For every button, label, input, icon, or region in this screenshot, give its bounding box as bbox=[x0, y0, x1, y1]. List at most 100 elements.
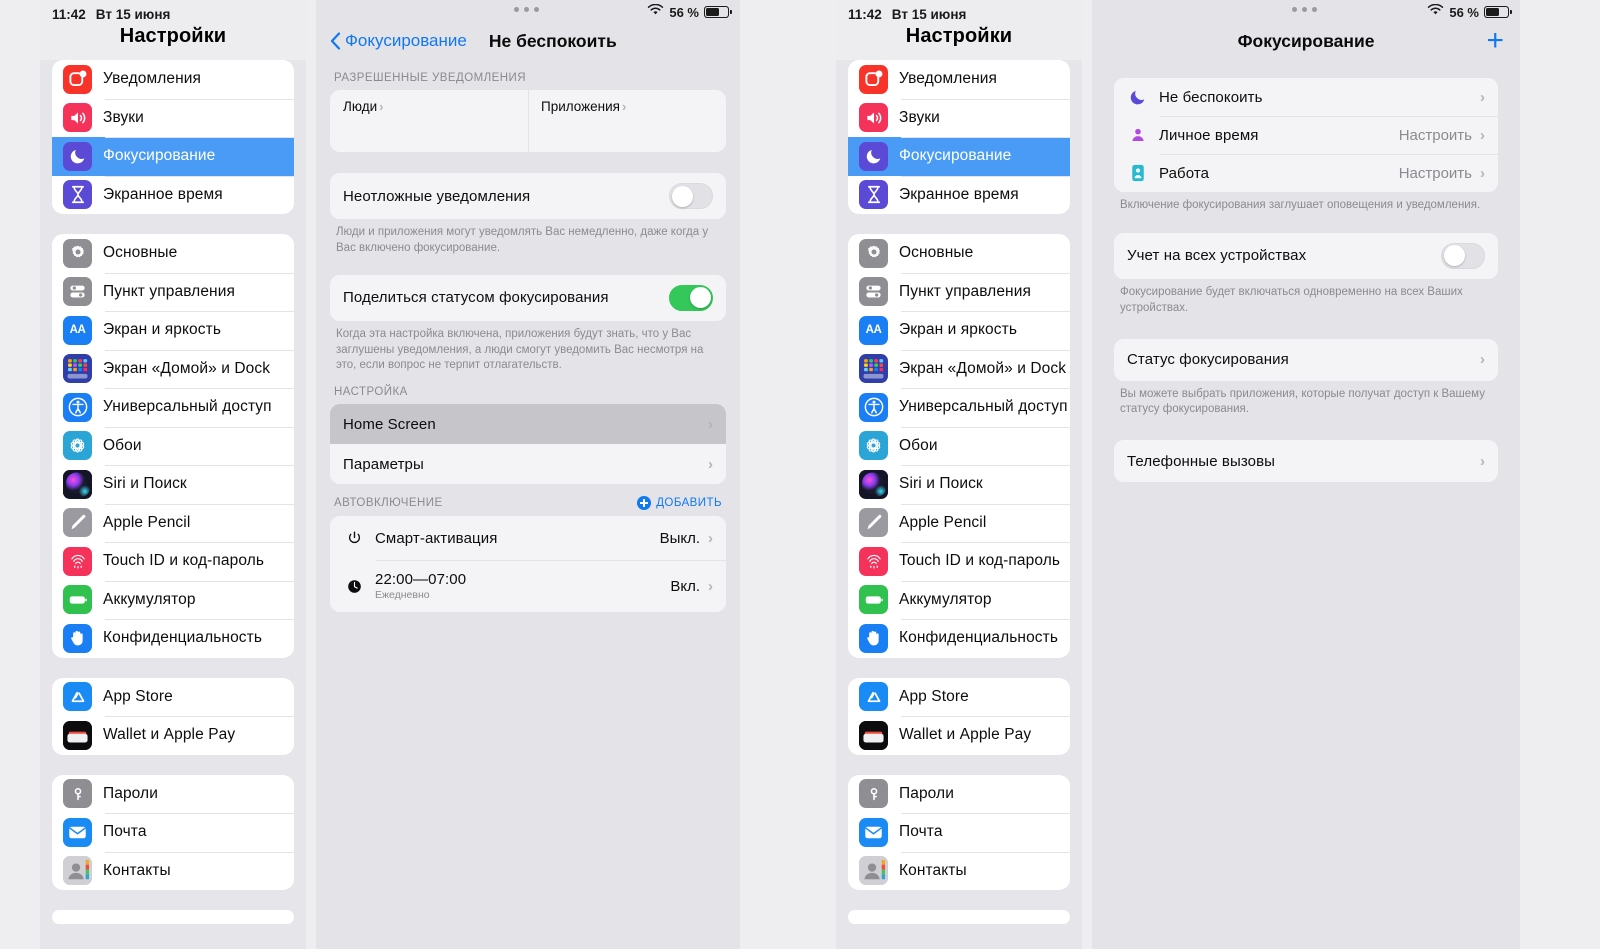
sidebar-header-2: 11:42 Вт 15 июня Настройки bbox=[836, 0, 1082, 60]
focus-mode-row-3[interactable]: Работа Настроить › bbox=[1114, 154, 1498, 192]
sidebar-item-8-g2[interactable]: Apple Pencil bbox=[52, 503, 294, 543]
sidebar-item-3-g1[interactable]: Фокусирование bbox=[848, 137, 1070, 176]
sidebar-item-2-g4[interactable]: Почта bbox=[848, 813, 1070, 852]
sidebar-item-9-g2[interactable]: Touch ID и код-пароль bbox=[52, 542, 294, 581]
sidebar-item-2-g2[interactable]: Пункт управления bbox=[52, 272, 294, 312]
sidebar-item-3-g4[interactable]: Контакты bbox=[848, 851, 1070, 891]
sidebar-item-1-g3[interactable]: App Store bbox=[52, 678, 294, 717]
focus-moon-icon bbox=[859, 141, 888, 171]
smart-activation-row[interactable]: Смарт-активация Выкл. › bbox=[330, 516, 726, 561]
accessibility-icon bbox=[63, 392, 92, 422]
apps-tile[interactable]: Приложения › bbox=[528, 90, 726, 152]
focus-mode-row-2[interactable]: Личное время Настроить › bbox=[1114, 116, 1498, 154]
urgent-notifications-note: Люди и приложения могут уведомлять Вас н… bbox=[336, 226, 709, 254]
sidebar-item-2-g2[interactable]: Пункт управления bbox=[848, 272, 1070, 312]
share-focus-status-row[interactable]: Поделиться статусом фокусирования bbox=[330, 274, 726, 321]
chevron-right-icon: › bbox=[708, 415, 713, 433]
sidebar-item-4-g1[interactable]: Экранное время bbox=[52, 175, 294, 215]
app-store-icon bbox=[859, 682, 888, 712]
sidebar-item-10-g2[interactable]: Аккумулятор bbox=[52, 580, 294, 620]
sidebar-list-2: Уведомления Звуки Фокусирование Экранное вр… bbox=[836, 60, 1082, 924]
sidebar-item-2-g3[interactable]: Wallet и Apple Pay bbox=[848, 716, 1070, 755]
do-not-disturb-panel: 56 % Фокусирование Не беспокоить РАЗРЕШЕ… bbox=[316, 0, 740, 949]
focus-mode-row-1[interactable]: Не беспокоить › bbox=[1114, 78, 1498, 116]
notifications-icon bbox=[859, 64, 888, 94]
passwords-key-icon bbox=[859, 779, 888, 809]
share-focus-status-note: Когда эта настройка включена, приложения… bbox=[336, 327, 704, 372]
all-devices-toggle[interactable] bbox=[1441, 242, 1485, 269]
battery-icon bbox=[859, 585, 888, 615]
urgent-notifications-toggle[interactable] bbox=[669, 183, 713, 209]
phone-calls-card: Телефонные вызовы › bbox=[1114, 440, 1498, 483]
sidebar-item-11-g2[interactable]: Конфиденциальность bbox=[52, 619, 294, 658]
sidebar-item-11-g2[interactable]: Конфиденциальность bbox=[848, 619, 1070, 658]
focus-status-card: Статус фокусирования › bbox=[1114, 338, 1498, 381]
sidebar-item-4-g2[interactable]: Экран «Домой» и Dock bbox=[848, 349, 1070, 389]
sidebar-item-3-g2[interactable]: AA Экран и яркость bbox=[848, 311, 1070, 350]
sidebar-item-label: Пункт управления bbox=[103, 282, 235, 300]
sidebar-item-5-g2[interactable]: Универсальный доступ bbox=[52, 388, 294, 427]
setup-header-label: НАСТРОЙКА bbox=[334, 386, 408, 399]
contacts-icon bbox=[859, 856, 888, 886]
sidebar-item-3-g2[interactable]: AA Экран и яркость bbox=[52, 311, 294, 350]
sidebar-item-2-g4[interactable]: Почта bbox=[52, 813, 294, 852]
sidebar-item-label: Контакты bbox=[103, 861, 171, 879]
sidebar-item-label: Почта bbox=[899, 823, 943, 841]
focus-mode-value[interactable]: Настроить bbox=[1399, 127, 1472, 144]
sidebar-item-1-g1[interactable]: Уведомления bbox=[52, 60, 294, 99]
sidebar-item-7-g2[interactable]: Siri и Поиск bbox=[52, 465, 294, 504]
sidebar-item-label: Обои bbox=[899, 436, 938, 454]
sidebar-item-1-g4[interactable]: Пароли bbox=[52, 775, 294, 814]
sidebar-item-1-g2[interactable]: Основные bbox=[848, 234, 1070, 273]
home-screen-row[interactable]: Home Screen › bbox=[330, 404, 726, 445]
people-tile[interactable]: Люди › bbox=[330, 90, 528, 152]
schedule-row[interactable]: 22:00—07:00 Ежедневно Вкл. › bbox=[330, 560, 726, 613]
multitasking-dots-icon[interactable] bbox=[1292, 7, 1317, 12]
sidebar-item-8-g2[interactable]: Apple Pencil bbox=[848, 503, 1070, 543]
sidebar-item-3-g1[interactable]: Фокусирование bbox=[52, 137, 294, 176]
sidebar-item-10-g2[interactable]: Аккумулятор bbox=[848, 580, 1070, 620]
sidebar-item-9-g2[interactable]: Touch ID и код-пароль bbox=[848, 542, 1070, 581]
sidebar-item-3-g4[interactable]: Контакты bbox=[52, 851, 294, 891]
sidebar-item-4-g2[interactable]: Экран «Домой» и Dock bbox=[52, 349, 294, 389]
add-schedule-button[interactable]: ДОБАВИТЬ bbox=[637, 496, 722, 511]
sidebar-header: 11:42 Вт 15 июня Настройки bbox=[40, 0, 306, 60]
setup-header: НАСТРОЙКА bbox=[330, 374, 726, 404]
sidebar-item-1-g2[interactable]: Основные bbox=[52, 234, 294, 273]
sidebar-item-label: Почта bbox=[103, 823, 147, 841]
focus-mode-value[interactable]: Настроить bbox=[1399, 165, 1472, 182]
passwords-key-icon bbox=[63, 779, 92, 809]
allowed-notifications-header-label: РАЗРЕШЕННЫЕ УВЕДОМЛЕНИЯ bbox=[334, 72, 526, 84]
sidebar-item-1-g1[interactable]: Уведомления bbox=[848, 60, 1070, 99]
touch-id-icon bbox=[63, 546, 92, 576]
back-button[interactable]: Фокусирование bbox=[330, 31, 467, 51]
sidebar-item-label: Пункт управления bbox=[899, 282, 1031, 300]
sidebar-item-7-g2[interactable]: Siri и Поиск bbox=[848, 465, 1070, 504]
focus-overview-panel: 56 % Фокусирование + Не беспокоить › Лично… bbox=[1092, 0, 1520, 949]
focus-status-row[interactable]: Статус фокусирования › bbox=[1114, 338, 1498, 381]
sidebar-group: App Store Wallet и Apple Pay bbox=[52, 677, 294, 755]
phone-calls-row[interactable]: Телефонные вызовы › bbox=[1114, 440, 1498, 483]
multitasking-dots-icon[interactable] bbox=[514, 7, 539, 12]
sidebar-item-2-g1[interactable]: Звуки bbox=[52, 98, 294, 138]
sidebar-item-label: Универсальный доступ bbox=[103, 398, 272, 416]
sidebar-item-6-g2[interactable]: Обои bbox=[52, 426, 294, 466]
sidebar-item-6-g2[interactable]: Обои bbox=[848, 426, 1070, 466]
sidebar-item-1-g3[interactable]: App Store bbox=[848, 678, 1070, 717]
sidebar-item-2-g1[interactable]: Звуки bbox=[848, 98, 1070, 138]
urgent-notifications-row[interactable]: Неотложные уведомления bbox=[330, 173, 726, 219]
parameters-row[interactable]: Параметры › bbox=[330, 444, 726, 485]
sidebar-item-label: Уведомления bbox=[899, 70, 998, 88]
sidebar-item-1-g4[interactable]: Пароли bbox=[848, 775, 1070, 814]
all-devices-row[interactable]: Учет на всех устройствах bbox=[1114, 232, 1498, 279]
plus-icon[interactable]: + bbox=[1486, 26, 1504, 56]
share-focus-status-toggle[interactable] bbox=[669, 284, 713, 311]
apple-pencil-icon bbox=[859, 508, 888, 538]
chevron-right-icon: › bbox=[1480, 164, 1485, 182]
all-devices-label: Учет на всех устройствах bbox=[1127, 247, 1307, 265]
sidebar-item-2-g3[interactable]: Wallet и Apple Pay bbox=[52, 716, 294, 755]
sidebar-item-4-g1[interactable]: Экранное время bbox=[848, 175, 1070, 215]
status-bar: 11:42 Вт 15 июня bbox=[40, 5, 306, 23]
sidebar-item-5-g2[interactable]: Универсальный доступ bbox=[848, 388, 1070, 427]
sidebar-item-label: Обои bbox=[103, 436, 142, 454]
